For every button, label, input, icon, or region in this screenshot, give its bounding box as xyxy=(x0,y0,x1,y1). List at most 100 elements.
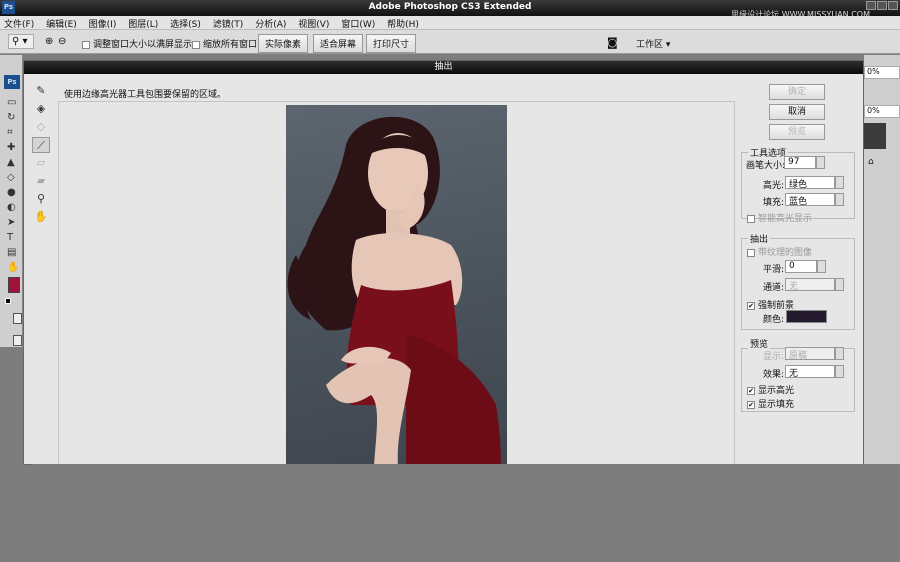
menu-layer[interactable]: 图层(L) xyxy=(124,16,163,30)
print-size-button[interactable]: 打印尺寸 xyxy=(366,34,417,53)
force-foreground-checkbox[interactable]: ✔ xyxy=(747,301,755,310)
menu-edit[interactable]: 编辑(E) xyxy=(42,16,82,30)
resize-label: 调整窗口大小以满屏显示 xyxy=(93,40,193,50)
highlight-select[interactable]: 绿色 xyxy=(785,176,835,190)
textured-image-option[interactable]: 带纹理的图像 xyxy=(747,245,812,258)
channel-dropdown-icon[interactable] xyxy=(835,278,844,291)
fill-field[interactable]: 0% xyxy=(864,105,900,118)
cleanup-tool-icon[interactable]: ▱ xyxy=(32,155,50,171)
brush-size-label: 画笔大小: xyxy=(746,161,786,171)
dodge-tool-icon[interactable]: ◐ xyxy=(7,200,19,215)
close-button[interactable] xyxy=(888,1,898,10)
show-dropdown-icon[interactable] xyxy=(835,347,844,360)
window-controls xyxy=(865,1,898,13)
menu-window[interactable]: 窗口(W) xyxy=(337,16,380,30)
smart-highlight-checkbox[interactable] xyxy=(747,214,755,223)
crop-tool-icon[interactable]: ⌗ xyxy=(7,125,19,140)
show-select[interactable]: 原稿 xyxy=(785,347,835,361)
zoom-icon[interactable]: ⚲ xyxy=(32,191,50,207)
edge-touchup-icon[interactable]: ▰ xyxy=(32,173,50,189)
smooth-arrow-icon[interactable] xyxy=(817,260,826,273)
menu-filter[interactable]: 滤镜(T) xyxy=(209,16,249,30)
show-highlight-checkbox[interactable]: ✔ xyxy=(747,386,755,395)
path-tool-icon[interactable]: ➤ xyxy=(7,215,19,230)
quick-mask-icon[interactable] xyxy=(13,313,22,324)
color-label: 颜色: xyxy=(763,315,785,325)
maximize-button[interactable] xyxy=(877,1,887,10)
blur-tool-icon[interactable]: ● xyxy=(7,185,19,200)
workspace-menu[interactable]: 工作区 ▾ xyxy=(636,37,670,50)
type-tool-icon[interactable]: T xyxy=(7,230,19,245)
zoom-all-label: 缩放所有窗口 xyxy=(203,40,258,50)
effect-dropdown-icon[interactable] xyxy=(835,365,844,378)
zoom-all-checkbox[interactable] xyxy=(192,40,200,49)
highlight-dropdown-icon[interactable] xyxy=(835,176,844,189)
extract-tools: ✎ ◈ ◇ ⟋ ▱ ▰ ⚲ ✋ xyxy=(32,83,54,227)
cancel-button[interactable]: 取消 xyxy=(769,104,825,120)
menu-view[interactable]: 视图(V) xyxy=(294,16,334,30)
brush-size-field[interactable]: 97 xyxy=(784,156,816,169)
eraser-icon[interactable]: ◇ xyxy=(32,119,50,135)
show-fill-label: 显示填充 xyxy=(758,400,795,410)
menu-file[interactable]: 文件(F) xyxy=(0,16,39,30)
menu-help[interactable]: 帮助(H) xyxy=(383,16,424,30)
foreground-color-swatch[interactable] xyxy=(8,277,20,293)
layer-thumbnail xyxy=(864,123,886,149)
edge-highlighter-icon[interactable]: ✎ xyxy=(32,83,50,99)
smart-highlight-option[interactable]: 智能高光显示 xyxy=(747,211,812,224)
textured-checkbox[interactable] xyxy=(747,248,755,257)
show-highlight-option[interactable]: ✔ 显示高光 xyxy=(747,383,794,396)
lasso-tool-icon[interactable]: ↻ xyxy=(7,110,19,125)
force-color-swatch[interactable] xyxy=(786,310,827,323)
fit-screen-button[interactable]: 适合屏幕 xyxy=(313,34,364,53)
stamp-tool-icon[interactable]: ▲ xyxy=(7,155,19,170)
portrait-illustration xyxy=(287,116,501,466)
show-fill-option[interactable]: ✔ 显示填充 xyxy=(747,397,794,410)
default-colors-icon[interactable] xyxy=(5,298,11,304)
effect-select[interactable]: 无 xyxy=(785,365,835,379)
eyedropper-icon[interactable]: ⟋ xyxy=(32,137,50,153)
opacity-field[interactable]: 0% xyxy=(864,66,900,79)
toolbox-tools: ▭ ↻ ⌗ ✚ ▲ ◇ ● ◐ ➤ T ▤ ✋ xyxy=(7,95,19,275)
menu-select[interactable]: 选择(S) xyxy=(166,16,206,30)
resize-checkbox[interactable] xyxy=(82,40,90,49)
smooth-field[interactable]: 0 xyxy=(785,260,817,273)
hand-icon[interactable]: ✋ xyxy=(32,209,50,225)
marquee-tool-icon[interactable]: ▭ xyxy=(7,95,19,110)
screen-mode-icon[interactable] xyxy=(13,335,22,346)
fill-select[interactable]: 蓝色 xyxy=(785,193,835,207)
zoom-tool-preset[interactable]: ⚲ ▾ xyxy=(8,34,34,49)
hand-tool-icon[interactable]: ✋ xyxy=(7,260,19,275)
lock-icon: ⌂ xyxy=(868,157,874,167)
main-toolbox: Ps ▭ ↻ ⌗ ✚ ▲ ◇ ● ◐ ➤ T ▤ ✋ xyxy=(0,55,23,347)
fill-tool-icon[interactable]: ◈ xyxy=(32,101,50,117)
dialog-title: 抽出 xyxy=(24,61,863,74)
notes-tool-icon[interactable]: ▤ xyxy=(7,245,19,260)
eraser-tool-icon[interactable]: ◇ xyxy=(7,170,19,185)
preview-photo[interactable] xyxy=(286,105,507,466)
actual-pixels-button[interactable]: 实际像素 xyxy=(258,34,309,53)
show-fill-checkbox[interactable]: ✔ xyxy=(747,400,755,409)
zoom-all-option[interactable]: 缩放所有窗口 xyxy=(192,37,257,50)
smart-highlight-label: 智能高光显示 xyxy=(758,214,813,224)
channel-select[interactable]: 无 xyxy=(785,278,835,292)
options-bar: ⚲ ▾ ⊕ ⊖ 调整窗口大小以满屏显示 缩放所有窗口 实际像素 适合屏幕 打印尺… xyxy=(0,30,900,54)
channel-label: 通道: xyxy=(763,283,785,293)
dialog-buttons: 确定 取消 预览 xyxy=(769,84,825,144)
heal-tool-icon[interactable]: ✚ xyxy=(7,140,19,155)
instruction-text: 使用边缘高光器工具包围要保留的区域。 xyxy=(64,90,227,100)
resize-window-option[interactable]: 调整窗口大小以满屏显示 xyxy=(82,37,192,50)
bridge-icon[interactable]: ◙ xyxy=(607,36,618,49)
menu-image[interactable]: 图像(I) xyxy=(85,16,122,30)
extraction-title: 抽出 xyxy=(748,232,771,245)
menu-analysis[interactable]: 分析(A) xyxy=(251,16,291,30)
textured-label: 带纹理的图像 xyxy=(758,248,813,258)
brush-size-arrow-icon[interactable] xyxy=(816,156,825,169)
workspace-background xyxy=(32,464,900,562)
zoom-in-icon[interactable]: ⊕ xyxy=(45,36,53,47)
ok-button[interactable]: 确定 xyxy=(769,84,825,100)
minimize-button[interactable] xyxy=(866,1,876,10)
zoom-out-icon[interactable]: ⊖ xyxy=(58,36,66,47)
fill-dropdown-icon[interactable] xyxy=(835,193,844,206)
preview-button[interactable]: 预览 xyxy=(769,124,825,140)
